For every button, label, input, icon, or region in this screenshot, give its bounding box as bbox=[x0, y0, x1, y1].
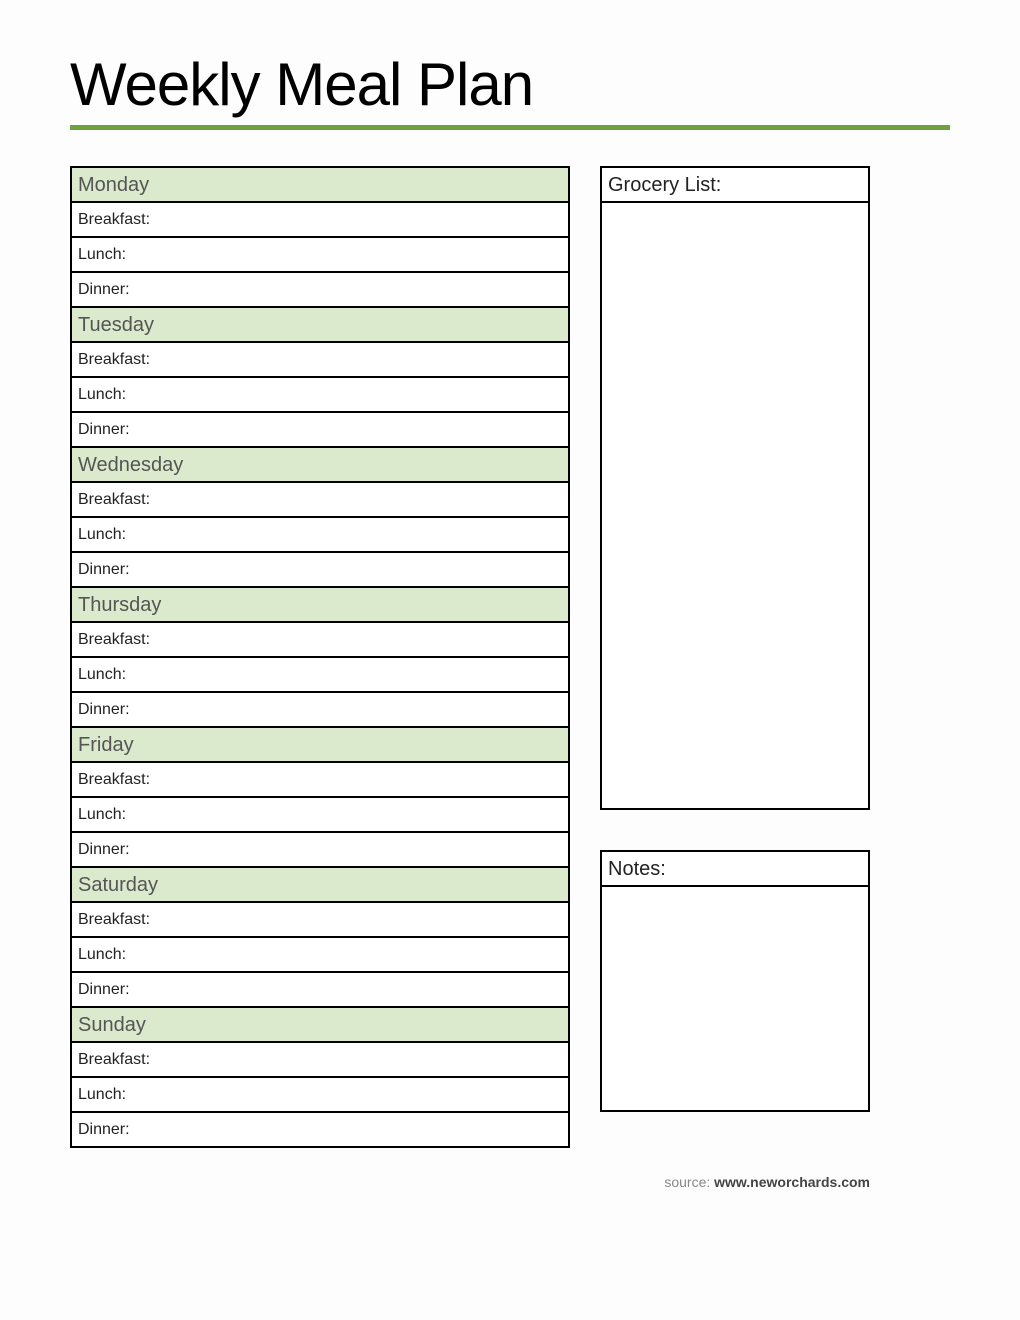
meal-row[interactable]: Dinner: bbox=[72, 553, 568, 588]
day-header-tuesday: Tuesday bbox=[72, 308, 568, 343]
day-header-monday: Monday bbox=[72, 168, 568, 203]
day-header-friday: Friday bbox=[72, 728, 568, 763]
meal-row[interactable]: Dinner: bbox=[72, 693, 568, 728]
meal-row[interactable]: Dinner: bbox=[72, 1113, 568, 1148]
meal-row[interactable]: Dinner: bbox=[72, 973, 568, 1008]
meal-row[interactable]: Dinner: bbox=[72, 833, 568, 868]
grocery-list-body[interactable] bbox=[602, 203, 868, 808]
page-title: Weekly Meal Plan bbox=[70, 50, 950, 119]
grocery-list-header: Grocery List: bbox=[602, 168, 868, 203]
meal-row[interactable]: Breakfast: bbox=[72, 903, 568, 938]
meal-row[interactable]: Lunch: bbox=[72, 1078, 568, 1113]
meal-row[interactable]: Breakfast: bbox=[72, 1043, 568, 1078]
source-prefix: source: bbox=[664, 1174, 714, 1190]
day-header-wednesday: Wednesday bbox=[72, 448, 568, 483]
meal-row[interactable]: Dinner: bbox=[72, 273, 568, 308]
meal-plan-table: Monday Breakfast: Lunch: Dinner: Tuesday… bbox=[70, 166, 570, 1148]
meal-row[interactable]: Lunch: bbox=[72, 518, 568, 553]
meal-row[interactable]: Dinner: bbox=[72, 413, 568, 448]
meal-row[interactable]: Lunch: bbox=[72, 658, 568, 693]
day-header-thursday: Thursday bbox=[72, 588, 568, 623]
notes-box: Notes: bbox=[600, 850, 870, 1112]
meal-row[interactable]: Breakfast: bbox=[72, 203, 568, 238]
meal-row[interactable]: Breakfast: bbox=[72, 483, 568, 518]
source-url: www.neworchards.com bbox=[714, 1174, 870, 1190]
meal-row[interactable]: Lunch: bbox=[72, 238, 568, 273]
meal-row[interactable]: Lunch: bbox=[72, 378, 568, 413]
day-header-saturday: Saturday bbox=[72, 868, 568, 903]
meal-row[interactable]: Breakfast: bbox=[72, 623, 568, 658]
notes-header: Notes: bbox=[602, 852, 868, 887]
meal-row[interactable]: Breakfast: bbox=[72, 343, 568, 378]
meal-row[interactable]: Lunch: bbox=[72, 938, 568, 973]
grocery-list-box: Grocery List: bbox=[600, 166, 870, 810]
meal-row[interactable]: Breakfast: bbox=[72, 763, 568, 798]
notes-body[interactable] bbox=[602, 887, 868, 1110]
meal-row[interactable]: Lunch: bbox=[72, 798, 568, 833]
title-underline bbox=[70, 125, 950, 130]
source-attribution: source: www.neworchards.com bbox=[600, 1174, 870, 1190]
day-header-sunday: Sunday bbox=[72, 1008, 568, 1043]
